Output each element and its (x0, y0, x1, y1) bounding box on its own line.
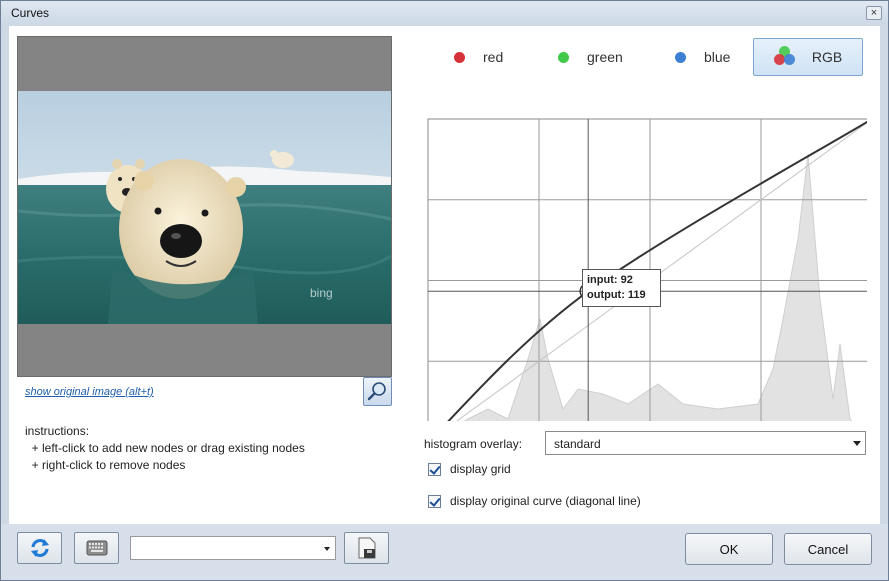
display-grid-checkbox[interactable] (428, 462, 441, 476)
image-preview: bing (17, 36, 392, 377)
histogram-overlay-value: standard (554, 437, 601, 451)
instructions-title: instructions: (25, 424, 90, 438)
curve-editor[interactable] (409, 86, 867, 421)
close-button[interactable]: × (866, 6, 882, 20)
refresh-icon (30, 539, 49, 557)
channel-label: blue (704, 49, 731, 65)
show-original-link[interactable]: show original image (alt+t) (25, 386, 154, 398)
histogram-overlay-label: histogram overlay: (424, 437, 523, 451)
green-dot-icon (558, 51, 569, 63)
display-original-label: display original curve (diagonal line) (450, 494, 641, 508)
instruction-line: + left-click to add new nodes or drag ex… (25, 441, 305, 455)
tooltip-input: input: 92 (587, 274, 633, 286)
keyboard-icon (86, 540, 107, 556)
histogram-overlay-select[interactable]: standard (545, 431, 866, 455)
bing-watermark: bing (310, 286, 333, 300)
reset-button[interactable] (17, 532, 62, 564)
curves-dialog: Curves × bing show original image (alt+t… (0, 0, 889, 581)
preset-combo[interactable] (130, 536, 336, 560)
chevron-down-icon (853, 441, 861, 446)
keyboard-button[interactable] (74, 532, 119, 564)
instructions: instructions: + left-click to add new no… (25, 423, 305, 474)
channel-label: RGB (811, 49, 843, 65)
dialog-content: bing show original image (alt+t) instruc… (9, 26, 880, 524)
zoom-button[interactable] (363, 377, 392, 406)
window-title: Curves (11, 6, 50, 20)
red-dot-icon (454, 51, 465, 63)
display-original-option[interactable]: display original curve (diagonal line) (428, 494, 641, 508)
ok-button[interactable]: OK (685, 533, 773, 565)
node-tooltip: input: 92 output: 119 (582, 269, 661, 307)
title-bar: Curves × (1, 1, 888, 25)
rgb-icon (773, 46, 796, 68)
instruction-line: + right-click to remove nodes (25, 458, 186, 472)
cancel-button[interactable]: Cancel (784, 533, 872, 565)
preview-photo: bing (18, 91, 391, 324)
channel-blue[interactable]: blue (675, 38, 730, 76)
bottom-bar: OK Cancel (1, 524, 888, 580)
blue-dot-icon (675, 51, 686, 63)
chevron-down-icon (324, 547, 330, 551)
save-document-icon (358, 537, 375, 559)
channel-green[interactable]: green (558, 38, 623, 76)
channel-rgb[interactable]: RGB (753, 38, 863, 76)
magnifier-icon (367, 382, 386, 401)
channel-label: red (483, 49, 504, 65)
channel-red[interactable]: red (454, 38, 503, 76)
display-grid-option[interactable]: display grid (428, 462, 511, 476)
display-original-checkbox[interactable] (428, 494, 441, 508)
save-preset-button[interactable] (344, 532, 389, 564)
tooltip-output: output: 119 (587, 289, 646, 301)
channel-label: green (587, 49, 623, 65)
display-grid-label: display grid (450, 462, 511, 476)
